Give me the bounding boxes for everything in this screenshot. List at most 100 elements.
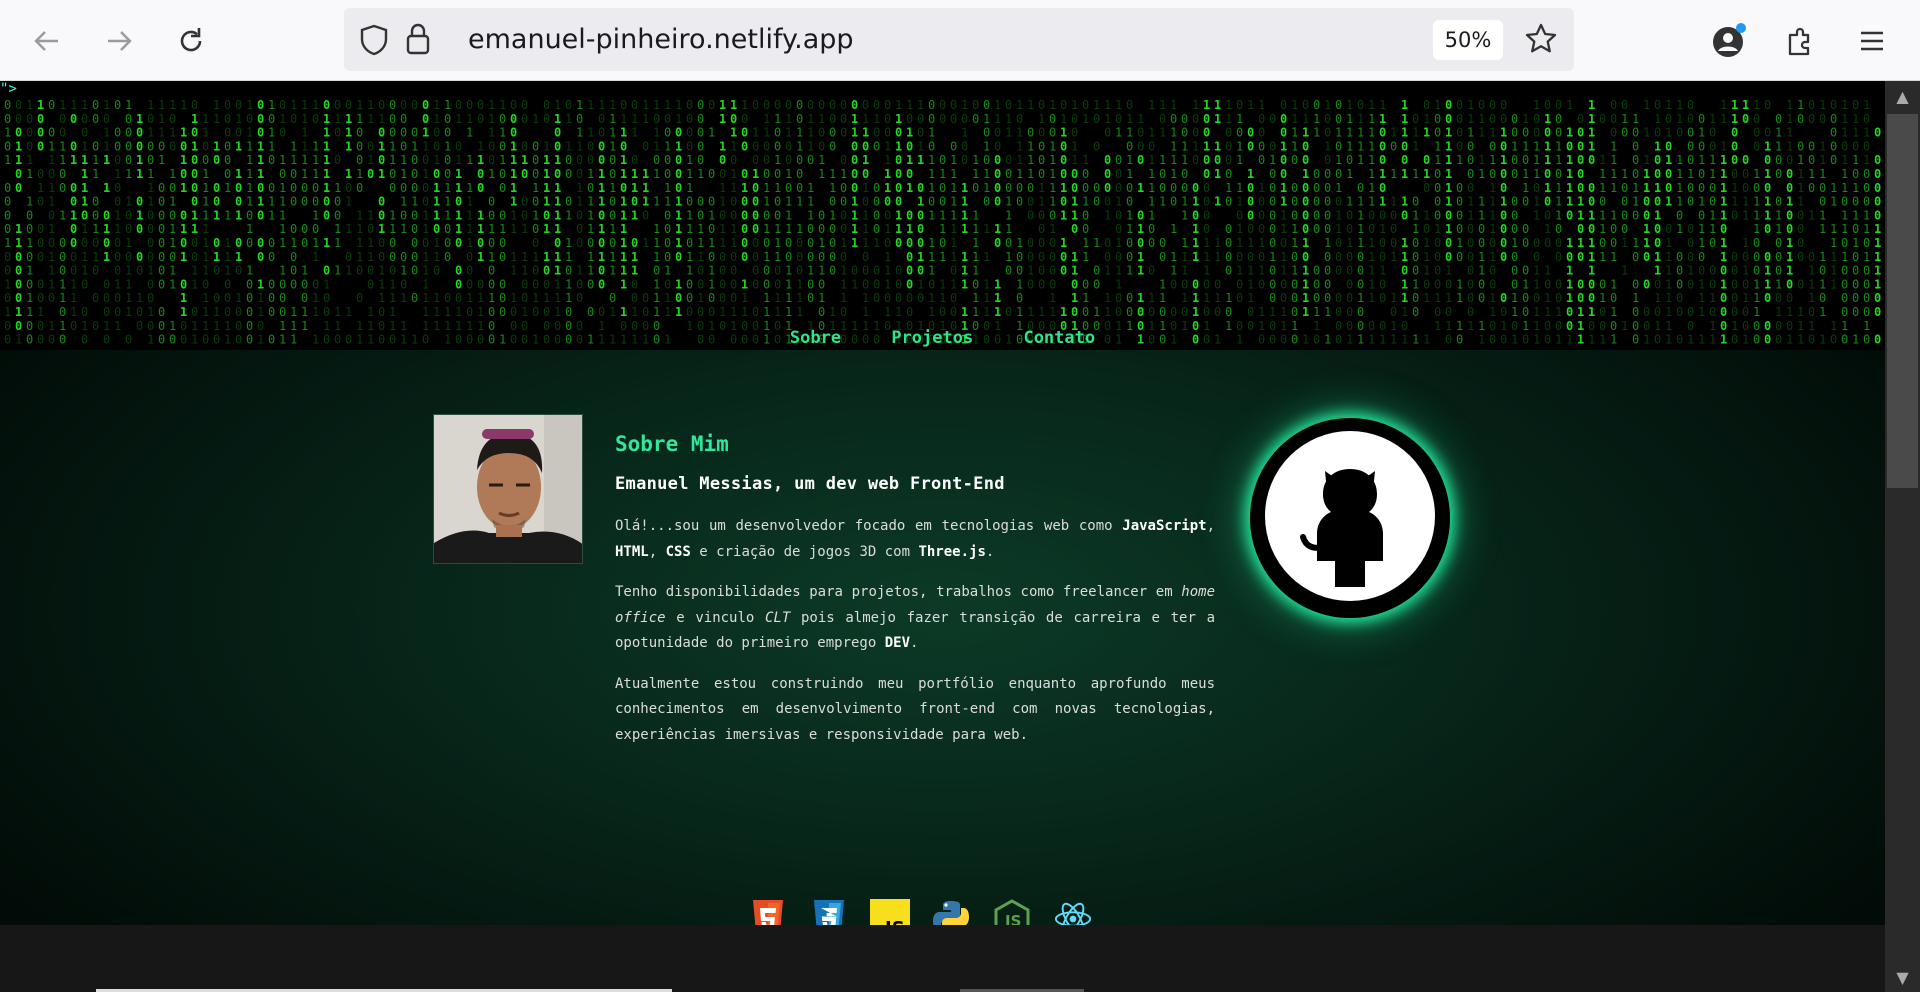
matrix-digit: 0 (543, 99, 550, 112)
matrix-digit: 1 (268, 208, 275, 222)
matrix-digit: 0 (1170, 181, 1177, 195)
matrix-digit: 0 (840, 181, 847, 195)
matrix-digit: 0 (411, 167, 418, 181)
back-arrow-icon[interactable] (23, 17, 71, 65)
matrix-digit: 1 (334, 112, 341, 126)
matrix-digit: 0 (136, 139, 143, 153)
matrix-digit: 1 (1742, 291, 1749, 305)
matrix-digit: 1 (796, 126, 803, 140)
matrix-digit: 1 (840, 167, 847, 181)
matrix-digit: 1 (1731, 181, 1738, 195)
matrix-digit: 0 (994, 167, 1001, 181)
github-link[interactable] (1250, 418, 1450, 618)
matrix-digit: 0 (1159, 167, 1166, 181)
matrix-digit: 1 (1588, 305, 1595, 319)
matrix-digit: 1 (1401, 126, 1408, 140)
matrix-digit: 1 (1819, 167, 1826, 181)
matrix-digit: 1 (213, 99, 220, 112)
matrix-digit: 0 (818, 126, 825, 140)
account-icon[interactable] (1705, 17, 1753, 65)
matrix-digit: 0 (1742, 250, 1749, 264)
nav-link-sobre[interactable]: Sobre (790, 328, 841, 348)
matrix-digit: 1 (620, 236, 627, 250)
matrix-digit: 0 (1577, 139, 1584, 153)
matrix-digit: 1 (356, 99, 363, 112)
matrix-digit: 0 (697, 126, 704, 140)
matrix-digit: 1 (1841, 181, 1848, 195)
matrix-digit: 1 (1060, 305, 1067, 319)
matrix-digit: 1 (609, 181, 616, 195)
url-bar[interactable]: emanuel-pinheiro.netlify.app 50% (344, 8, 1574, 71)
matrix-digit: 0 (1852, 277, 1859, 291)
matrix-digit: 0 (1456, 208, 1463, 222)
matrix-digit: 1 (1522, 112, 1529, 126)
matrix-digit: 1 (1874, 236, 1881, 250)
zoom-level-button[interactable]: 50% (1433, 20, 1503, 60)
matrix-digit: 1 (1214, 167, 1221, 181)
lock-icon[interactable] (404, 22, 432, 60)
page-scrollbar[interactable]: ▲ ▼ (1885, 81, 1920, 992)
matrix-digit: 0 (477, 167, 484, 181)
matrix-digit: 1 (26, 153, 33, 167)
matrix-digit: 0 (1654, 126, 1661, 140)
matrix-digit: 1 (1610, 167, 1617, 181)
matrix-digit: 1 (1533, 277, 1540, 291)
matrix-digit: 0 (37, 222, 44, 236)
matrix-digit: 0 (521, 208, 528, 222)
matrix-digit: 1 (1269, 305, 1276, 319)
matrix-digit: 1 (158, 153, 165, 167)
matrix-digit: 0 (1687, 222, 1694, 236)
matrix-digit: 0 (114, 305, 121, 319)
scroll-thumb[interactable] (1887, 114, 1918, 488)
star-icon[interactable] (1524, 22, 1558, 60)
shield-icon[interactable] (358, 23, 390, 61)
url-text[interactable]: emanuel-pinheiro.netlify.app (468, 8, 854, 71)
matrix-digit: 1 (1192, 236, 1199, 250)
matrix-digit: 0 (840, 112, 847, 126)
matrix-digit: 1 (1632, 112, 1639, 126)
matrix-digit: 1 (1236, 236, 1243, 250)
matrix-digit: 1 (554, 195, 561, 209)
matrix-digit: 0 (1720, 291, 1727, 305)
matrix-digit: 0 (1181, 305, 1188, 319)
matrix-digit: 0 (1082, 305, 1089, 319)
matrix-digit: 1 (312, 139, 319, 153)
nav-link-projetos[interactable]: Projetos (891, 328, 973, 348)
matrix-digit: 1 (818, 112, 825, 126)
matrix-digit: 1 (972, 250, 979, 264)
matrix-digit: 1 (312, 291, 319, 305)
matrix-digit: 1 (1401, 277, 1408, 291)
matrix-digit: 1 (1423, 167, 1430, 181)
matrix-digit: 0 (1478, 277, 1485, 291)
matrix-digit: 1 (576, 181, 583, 195)
scroll-down-icon[interactable]: ▼ (1885, 962, 1920, 992)
matrix-digit: 1 (1599, 153, 1606, 167)
extensions-icon[interactable] (1776, 17, 1824, 65)
matrix-digit: 1 (1159, 195, 1166, 209)
matrix-digit: 0 (169, 112, 176, 126)
matrix-digit: 1 (895, 222, 902, 236)
menu-icon[interactable] (1848, 17, 1896, 65)
matrix-digit: 1 (1874, 222, 1881, 236)
reload-icon[interactable] (167, 17, 215, 65)
matrix-digit: 0 (873, 277, 880, 291)
matrix-digit: 1 (1126, 153, 1133, 167)
matrix-digit: 1 (1852, 153, 1859, 167)
matrix-digit: 0 (1742, 167, 1749, 181)
matrix-digit: 1 (1005, 250, 1012, 264)
forward-arrow-icon[interactable] (95, 17, 143, 65)
matrix-digit: 0 (1676, 291, 1683, 305)
nav-link-contato[interactable]: Contato (1023, 328, 1095, 348)
about-subtitle: Emanuel Messias, um dev web Front-End (615, 474, 1005, 494)
scroll-up-icon[interactable]: ▲ (1885, 81, 1920, 111)
matrix-digit: 1 (70, 291, 77, 305)
matrix-digit: 0 (521, 112, 528, 126)
matrix-digit: 0 (1577, 112, 1584, 126)
matrix-digit: 0 (1412, 305, 1419, 319)
matrix-digit: 1 (928, 153, 935, 167)
matrix-digit: 0 (554, 236, 561, 250)
matrix-digit: 0 (81, 126, 88, 140)
matrix-digit: 1 (1720, 181, 1727, 195)
matrix-digit: 0 (1445, 112, 1452, 126)
matrix-digit: 0 (521, 167, 528, 181)
